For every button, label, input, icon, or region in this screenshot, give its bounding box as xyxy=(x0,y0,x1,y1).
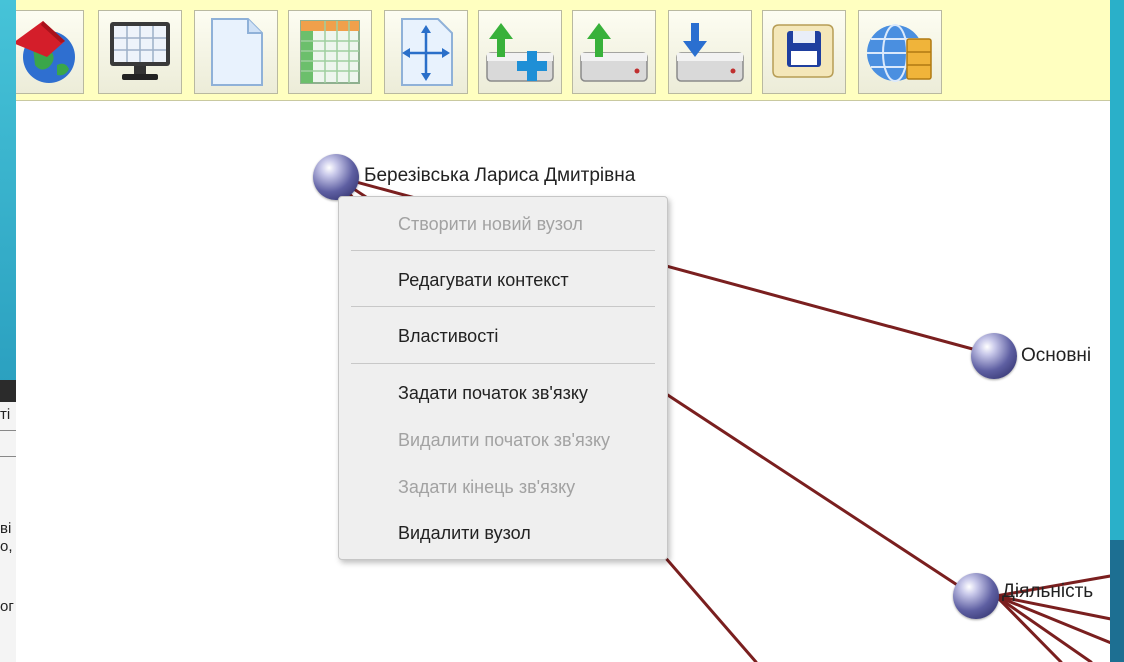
context-menu: Створити новий вузол Редагувати контекст… xyxy=(338,196,668,560)
divider xyxy=(0,430,16,431)
menu-item-remove-link-start[interactable]: Видалити початок зв'язку xyxy=(339,420,669,460)
graph-node[interactable] xyxy=(953,573,999,619)
menu-item-edit-context[interactable]: Редагувати контекст xyxy=(339,260,669,300)
background-window-text: ті xyxy=(0,406,11,423)
node-label[interactable]: Основні xyxy=(1021,345,1091,367)
menu-item-delete-node[interactable]: Видалити вузол xyxy=(339,513,669,553)
divider xyxy=(0,456,16,457)
menu-item-create-node[interactable]: Створити новий вузол xyxy=(339,204,669,244)
background-window[interactable]: ті ві о, ог xyxy=(0,380,16,662)
background-window-titlebar[interactable] xyxy=(0,380,16,402)
background-window-text: о, xyxy=(0,538,13,555)
menu-separator xyxy=(351,363,655,364)
desktop-right-edge-dark xyxy=(1110,540,1124,662)
menu-separator xyxy=(351,250,655,251)
background-window-text: ог xyxy=(0,598,14,615)
graph-node[interactable] xyxy=(313,154,359,200)
menu-item-properties[interactable]: Властивості xyxy=(339,316,669,356)
edge xyxy=(994,594,1110,645)
menu-item-set-link-start[interactable]: Задати початок зв'язку xyxy=(339,373,669,413)
graph-node[interactable] xyxy=(971,333,1017,379)
node-label[interactable]: Діяльність xyxy=(1002,581,1093,603)
menu-separator xyxy=(351,306,655,307)
background-window-text: ві xyxy=(0,520,12,537)
node-label[interactable]: Березівська Лариса Дмитрівна xyxy=(364,165,635,187)
menu-item-set-link-end[interactable]: Задати кінець зв'язку xyxy=(339,467,669,507)
graph-canvas[interactable]: Березівська Лариса Дмитрівна Основні Дія… xyxy=(16,0,1110,662)
